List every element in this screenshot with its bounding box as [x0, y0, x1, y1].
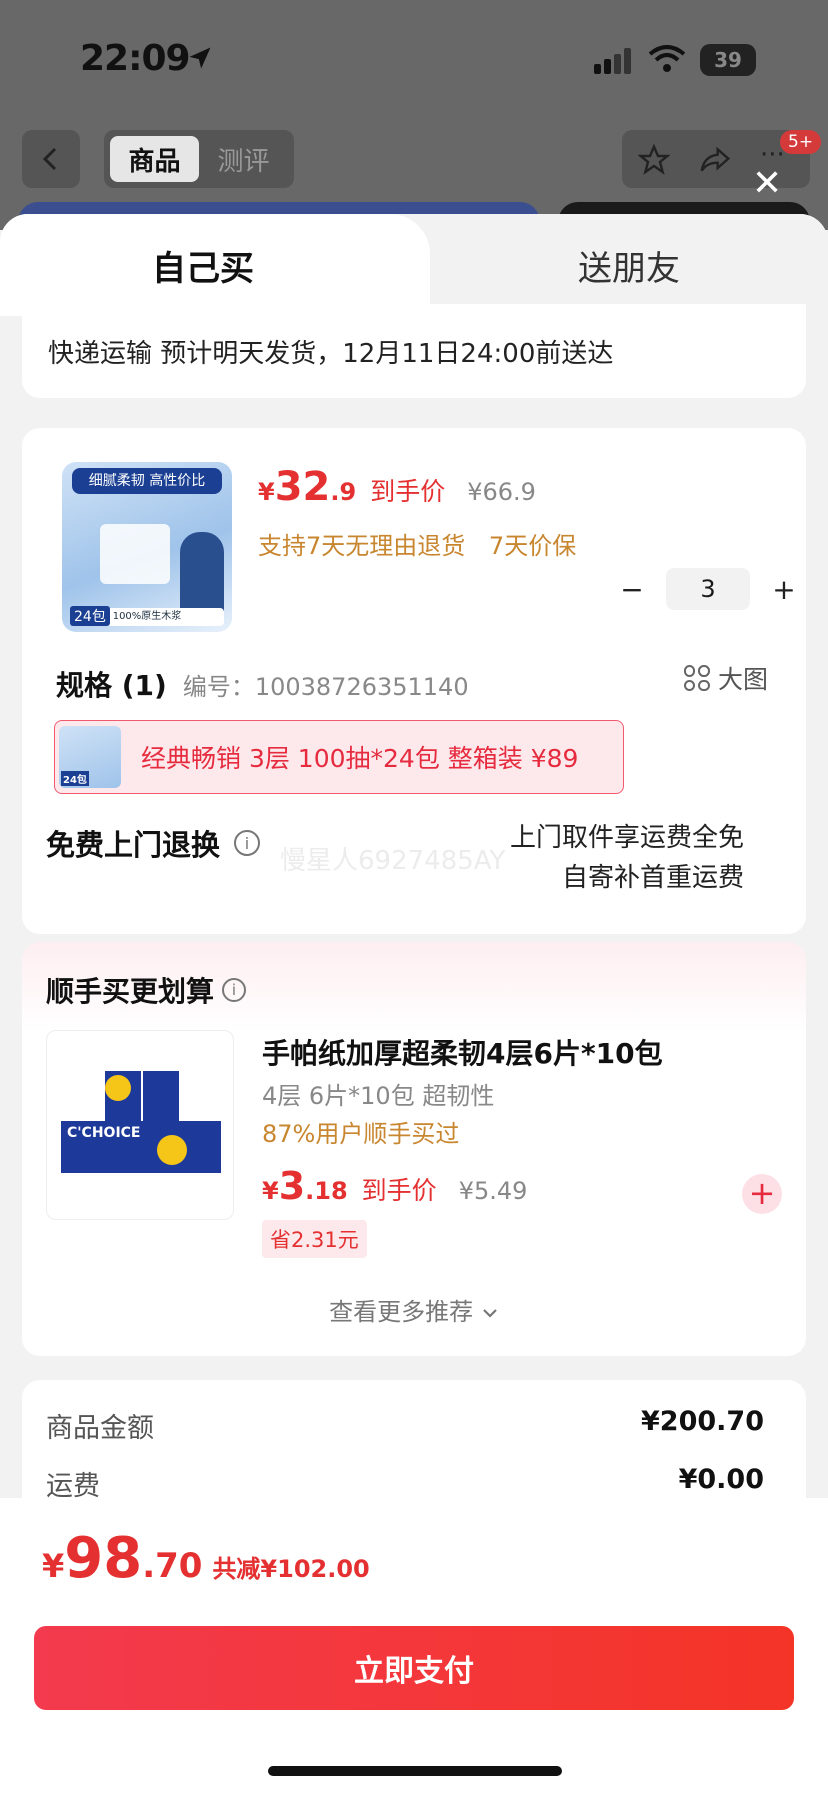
goods-amount-value: ¥200.70 — [641, 1406, 764, 1437]
free-return-label: 免费上门退换 — [46, 828, 221, 862]
info-icon[interactable]: i — [234, 830, 261, 856]
chevron-left-icon — [42, 147, 57, 171]
checkout-footer: ¥ 98 .70 共减¥102.00 立即支付 — [0, 1498, 828, 1796]
recommend-spec: 4层 6片*10包 超韧性 — [262, 1082, 495, 1110]
purchase-tabs: 自己买 送朋友 — [0, 214, 828, 316]
logo-mark — [157, 1135, 187, 1165]
savings-badge: 省2.31元 — [262, 1220, 367, 1258]
battery-icon: 39 — [700, 44, 756, 76]
tissue-box-image — [143, 1071, 179, 1123]
close-icon[interactable]: ✕ — [752, 166, 782, 202]
total-discount: 共减¥102.00 — [212, 1555, 370, 1583]
total-price: ¥ 98 .70 共减¥102.00 — [42, 1526, 370, 1591]
tab-buy-self[interactable]: 自己买 — [0, 214, 430, 316]
quantity-input[interactable]: 3 — [666, 568, 750, 610]
free-return-title: 免费上门退换 i — [46, 822, 261, 864]
grid-icon — [683, 665, 710, 691]
sku-thumb-badge: 24包 — [61, 771, 89, 786]
product-price: ¥ 32 .9 到手价 ¥66.9 — [258, 464, 536, 510]
product-card: 细腻柔韧 高性价比 100%原生木浆 24包 ¥ 32 .9 到手价 ¥66.9… — [22, 428, 806, 934]
pay-now-button[interactable]: 立即支付 — [34, 1626, 794, 1710]
sku-thumbnail: 24包 — [59, 726, 121, 788]
currency-symbol: ¥ — [42, 1547, 65, 1585]
increase-button[interactable]: + — [764, 573, 804, 606]
return-note: 上门取件享运费全免 自寄补首重运费 — [510, 818, 744, 898]
thumb-count-badge: 24包 — [70, 606, 110, 626]
price-integer: 32 — [274, 464, 331, 510]
sku-option[interactable]: 24包 经典畅销 3层 100抽*24包 整箱装 ¥89 — [54, 720, 624, 794]
back-button[interactable] — [22, 130, 80, 188]
big-image-toggle[interactable]: 大图 — [683, 660, 768, 696]
currency-symbol: ¥ — [258, 478, 275, 506]
total-decimal: .70 — [142, 1546, 203, 1586]
recommendation-title: 顺手买更划算 i — [46, 970, 247, 1010]
thumb-banner: 细腻柔韧 高性价比 — [72, 468, 222, 494]
logo-mark — [105, 1075, 131, 1101]
total-integer: 98 — [64, 1526, 143, 1591]
price-tag: 到手价 — [361, 1176, 437, 1205]
brand-name: C'CHOICE — [67, 1125, 141, 1141]
recommendation-title-text: 顺手买更划算 — [46, 975, 215, 1008]
spec-code: 编号：10038726351140 — [182, 672, 469, 701]
recommend-bought: 87%用户顺手买过 — [262, 1120, 460, 1148]
price-integer: 3 — [278, 1164, 306, 1208]
home-indicator — [268, 1766, 562, 1776]
price-decimal: .18 — [305, 1177, 348, 1205]
quantity-stepper: − 3 + — [612, 568, 804, 610]
chevron-down-icon — [483, 1309, 497, 1318]
guarantee-price: 7天价保 — [488, 532, 577, 560]
tab-gift[interactable]: 送朋友 — [430, 214, 828, 316]
notification-badge: 5+ — [780, 130, 822, 154]
share-icon[interactable] — [698, 144, 732, 176]
shipping-text: 快递运输 预计明天发货，12月11日24:00前送达 — [48, 338, 614, 369]
add-to-order-button[interactable]: + — [742, 1174, 782, 1214]
spec-title: 规格 (1) — [56, 669, 167, 702]
return-note-self: 自寄补首重运费 — [561, 863, 744, 893]
location-arrow-icon — [189, 47, 211, 69]
more-recommendations-link[interactable]: 查看更多推荐 — [22, 1292, 806, 1327]
wifi-icon — [648, 45, 686, 72]
watermark: 慢星人6927485AY — [280, 846, 506, 876]
recommend-price: ¥ 3 .18 到手价 ¥5.49 — [262, 1164, 527, 1208]
info-icon[interactable]: i — [222, 978, 247, 1002]
guarantee-return: 支持7天无理由退货 — [258, 532, 466, 560]
shipping-info: 快递运输 预计明天发货，12月11日24:00前送达 — [22, 304, 806, 398]
decrease-button[interactable]: − — [612, 573, 652, 606]
recommend-product-image[interactable]: C'CHOICE — [46, 1030, 234, 1220]
goods-amount-row: 商品金额 ¥200.70 — [46, 1406, 764, 1445]
signal-icon — [594, 48, 632, 74]
tab-product[interactable]: 商品 — [110, 136, 199, 182]
goods-amount-label: 商品金额 — [46, 1413, 154, 1444]
original-price: ¥66.9 — [467, 478, 536, 506]
spokesperson-image — [180, 532, 224, 616]
currency-symbol: ¥ — [262, 1177, 279, 1205]
spec-row: 规格 (1) 编号：10038726351140 — [56, 664, 786, 704]
brand-pack: C'CHOICE — [61, 1121, 221, 1173]
price-decimal: .9 — [330, 478, 357, 506]
product-review-switch: 商品 测评 — [104, 130, 294, 188]
recommend-name[interactable]: 手帕纸加厚超柔韧4层6片*10包 — [262, 1032, 663, 1072]
sku-label: 经典畅销 3层 100抽*24包 整箱装 ¥89 — [141, 744, 579, 773]
recommendation-card: 顺手买更划算 i C'CHOICE 手帕纸加厚超柔韧4层6片*10包 4层 6片… — [22, 942, 806, 1356]
original-price: ¥5.49 — [458, 1177, 528, 1205]
return-note-pickup: 上门取件享运费全免 — [509, 823, 744, 853]
status-time: 22:09 — [80, 38, 191, 79]
dimmed-backdrop — [0, 0, 828, 230]
more-recommendations-label: 查看更多推荐 — [329, 1298, 474, 1326]
big-image-label: 大图 — [717, 665, 768, 694]
star-icon[interactable] — [638, 144, 670, 176]
product-thumbnail[interactable]: 细腻柔韧 高性价比 100%原生木浆 24包 — [62, 462, 232, 632]
guarantee-list: 支持7天无理由退货 7天价保 — [258, 526, 592, 561]
tab-review[interactable]: 测评 — [199, 136, 288, 182]
tissue-pack-image — [100, 524, 170, 584]
price-tag: 到手价 — [370, 477, 446, 506]
